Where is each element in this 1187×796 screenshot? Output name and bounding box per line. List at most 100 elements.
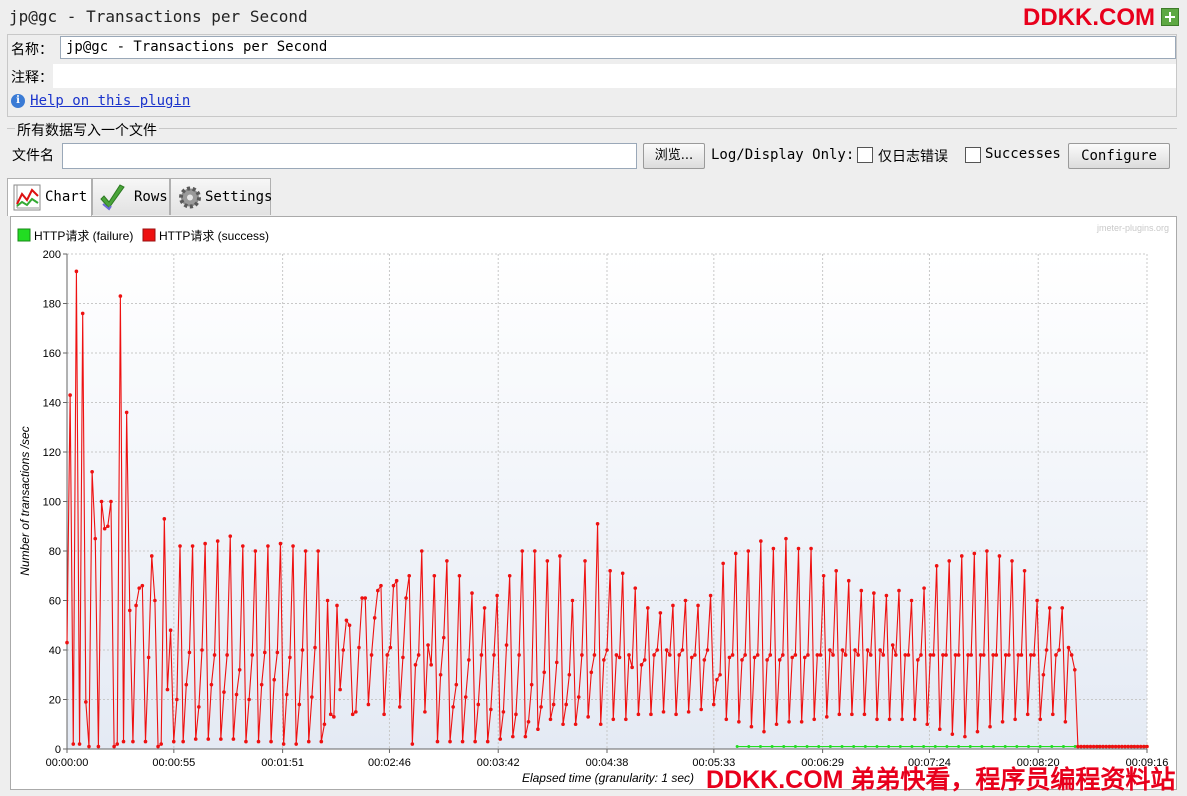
- success-data-point: [247, 697, 251, 702]
- success-data-point: [1063, 719, 1068, 724]
- success-data-point: [454, 682, 459, 687]
- success-data-point: [203, 541, 207, 546]
- tab-chart[interactable]: Chart: [7, 178, 92, 216]
- success-data-point: [755, 653, 760, 657]
- success-data-point: [887, 717, 892, 722]
- success-data-point: [762, 729, 766, 734]
- successes-label: Successes: [985, 146, 1061, 162]
- success-data-point: [310, 695, 314, 699]
- failure-data-point: [945, 745, 949, 749]
- expand-icon[interactable]: [1161, 8, 1179, 26]
- success-data-point: [630, 665, 634, 670]
- success-data-point: [878, 648, 882, 652]
- failure-data-point: [770, 745, 774, 749]
- success-data-point: [193, 737, 198, 741]
- success-data-point: [445, 559, 449, 563]
- help-link[interactable]: Help on this plugin: [30, 93, 190, 109]
- y-tick-label: 0: [55, 744, 61, 756]
- success-data-point: [1069, 653, 1074, 657]
- success-data-point: [567, 672, 572, 677]
- success-data-point: [749, 724, 754, 729]
- success-data-point: [598, 722, 603, 727]
- success-data-point: [944, 653, 948, 657]
- failure-data-point: [992, 745, 996, 749]
- success-data-point: [1022, 569, 1027, 573]
- tab-rows[interactable]: Rows: [92, 178, 170, 215]
- configure-button[interactable]: Configure: [1068, 143, 1170, 169]
- success-data-point: [127, 608, 132, 613]
- tab-chart-label: Chart: [45, 189, 88, 205]
- successes-checkbox[interactable]: [965, 147, 981, 163]
- success-data-point: [228, 534, 233, 538]
- failure-data-point: [887, 745, 891, 749]
- success-data-point: [278, 541, 283, 546]
- success-data-point: [620, 571, 625, 576]
- success-data-point: [947, 559, 952, 563]
- success-data-point: [241, 544, 245, 548]
- failure-data-point: [840, 745, 844, 749]
- success-data-point: [134, 603, 138, 608]
- success-data-point: [605, 648, 609, 652]
- success-data-point: [313, 645, 317, 650]
- success-data-point: [561, 722, 565, 727]
- success-data-point: [966, 653, 970, 657]
- filename-input[interactable]: [62, 143, 637, 169]
- success-data-point: [897, 588, 901, 593]
- success-data-point: [357, 645, 361, 650]
- success-data-point: [834, 569, 838, 573]
- success-data-point: [514, 712, 518, 717]
- success-data-point: [212, 653, 217, 657]
- success-data-point: [1098, 744, 1102, 749]
- file-panel-legend: 所有数据写入一个文件: [15, 120, 159, 140]
- tab-settings[interactable]: Settings: [170, 178, 272, 215]
- errors-only-checkbox[interactable]: [857, 147, 873, 163]
- success-data-point: [715, 677, 719, 682]
- success-data-point: [799, 719, 804, 724]
- success-data-point: [479, 653, 484, 657]
- success-data-point: [821, 573, 826, 578]
- success-data-point: [1016, 653, 1021, 657]
- success-data-point: [963, 734, 967, 739]
- success-data-point: [219, 737, 223, 741]
- success-data-point: [1094, 744, 1099, 749]
- success-data-point: [473, 739, 477, 744]
- success-data-point: [649, 712, 653, 717]
- success-data-point: [759, 539, 763, 543]
- success-data-point: [96, 744, 101, 749]
- comment-input[interactable]: [53, 64, 1176, 88]
- success-data-point: [354, 710, 358, 714]
- success-data-point: [862, 712, 867, 717]
- success-data-point: [388, 645, 393, 650]
- success-data-point: [536, 727, 540, 731]
- success-data-point: [178, 544, 182, 548]
- success-data-point: [1113, 744, 1118, 749]
- success-data-point: [934, 564, 939, 568]
- success-data-point: [303, 549, 308, 553]
- success-data-point: [328, 712, 333, 717]
- success-data-point: [410, 742, 415, 746]
- success-data-point: [828, 648, 832, 652]
- success-data-point: [65, 640, 69, 645]
- name-input[interactable]: jp@gc - Transactions per Second: [60, 36, 1176, 59]
- success-data-point: [187, 650, 192, 655]
- title-bar: jp@gc - Transactions per Second DDKK.COM: [0, 0, 1187, 34]
- y-tick-label: 180: [43, 299, 61, 311]
- browse-button[interactable]: 浏览...: [643, 143, 705, 169]
- success-data-point: [815, 653, 820, 657]
- success-data-point: [1057, 648, 1061, 652]
- checkmark-icon: [100, 184, 125, 211]
- success-data-point: [165, 687, 170, 692]
- success-data-point: [222, 690, 226, 694]
- success-data-point: [978, 653, 983, 657]
- success-data-point: [859, 588, 864, 593]
- success-data-point: [234, 692, 239, 697]
- success-data-point: [900, 717, 904, 722]
- success-data-point: [818, 653, 823, 657]
- help-row: i Help on this plugin: [11, 93, 190, 109]
- success-data-point: [667, 653, 672, 657]
- success-data-point: [1060, 606, 1065, 610]
- success-data-point: [379, 583, 383, 588]
- success-data-point: [733, 551, 738, 556]
- success-data-point: [570, 598, 575, 603]
- success-data-point: [997, 554, 1002, 558]
